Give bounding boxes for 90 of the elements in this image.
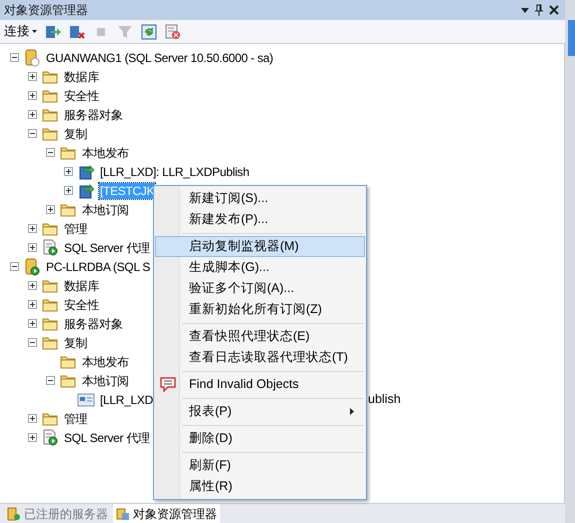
menu-item[interactable]: 删除(D) bbox=[155, 428, 365, 449]
refresh-icon[interactable] bbox=[141, 24, 157, 40]
tree-node[interactable]: SQL Server 代理 bbox=[63, 430, 151, 446]
connect-button[interactable]: 连接 bbox=[4, 22, 37, 41]
menu-item[interactable]: 属性(R) bbox=[155, 476, 365, 497]
dropdown-icon[interactable] bbox=[521, 8, 529, 12]
tree-node[interactable]: GUANWANG1 (SQL Server 10.50.6000 - sa) bbox=[45, 50, 274, 66]
caret-icon bbox=[32, 30, 37, 33]
folder-icon bbox=[60, 354, 76, 368]
close-icon[interactable] bbox=[549, 5, 559, 15]
expand-icon[interactable] bbox=[28, 72, 37, 81]
folder-icon bbox=[42, 222, 58, 236]
tree-node[interactable]: 管理 bbox=[63, 410, 88, 426]
folder-icon bbox=[42, 336, 58, 350]
activity-monitor-icon[interactable] bbox=[165, 24, 181, 40]
folder-icon bbox=[60, 202, 76, 216]
tree-node[interactable]: 安全性 bbox=[63, 88, 100, 104]
explorer-icon bbox=[116, 506, 130, 520]
tree-node[interactable]: 本地发布 bbox=[81, 144, 130, 160]
tree-node[interactable]: 管理 bbox=[63, 220, 88, 236]
tree-node[interactable]: 服务器对象 bbox=[63, 106, 124, 122]
server-icon bbox=[24, 258, 40, 276]
subscription-icon bbox=[77, 392, 95, 406]
folder-icon bbox=[42, 316, 58, 330]
tree-node[interactable]: 复制 bbox=[63, 334, 88, 350]
tree-node[interactable]: 本地发布 bbox=[81, 354, 130, 370]
tree-node[interactable]: 本地订阅 bbox=[81, 372, 130, 388]
panel-tab[interactable]: 对象资源管理器 bbox=[113, 504, 220, 523]
tree-node-tail: ublish bbox=[368, 391, 401, 408]
expand-icon[interactable] bbox=[28, 281, 37, 290]
menu-item[interactable]: 验证多个订阅(A)... bbox=[155, 278, 365, 299]
folder-icon bbox=[42, 126, 58, 140]
folder-icon bbox=[42, 108, 58, 122]
publication-icon bbox=[78, 164, 94, 180]
tree-node[interactable]: [LLR_LXD]: LLR_LXDPublish bbox=[99, 164, 250, 180]
tree-node[interactable]: SQL Server 代理 bbox=[63, 240, 151, 256]
side-tab-highlight bbox=[568, 20, 575, 56]
menu-item[interactable]: 新建订阅(S)... bbox=[155, 188, 365, 209]
publication-icon bbox=[78, 182, 94, 198]
expand-icon[interactable] bbox=[28, 300, 37, 309]
agent-icon bbox=[42, 239, 58, 256]
menu-item[interactable]: 查看快照代理状态(E) bbox=[155, 326, 365, 347]
tree-node[interactable]: 服务器对象 bbox=[63, 316, 124, 332]
menu-item[interactable]: 查看日志读取器代理状态(T) bbox=[155, 347, 365, 368]
menu-item[interactable]: 刷新(F) bbox=[155, 455, 365, 476]
tree-node[interactable]: 数据库 bbox=[63, 278, 100, 294]
tree-node[interactable]: PC-LLRDBA (SQL S bbox=[45, 258, 152, 274]
menu-item[interactable]: Find Invalid Objects bbox=[155, 374, 365, 395]
menu-item[interactable]: 报表(P) bbox=[155, 401, 365, 422]
collapse-icon[interactable] bbox=[28, 338, 37, 347]
menu-item[interactable]: 新建发布(P)... bbox=[155, 209, 365, 230]
menu-item[interactable]: 生成脚本(G)... bbox=[155, 257, 365, 278]
menu-item[interactable]: 启动复制监视器(M) bbox=[155, 236, 365, 257]
tree-node[interactable]: 安全性 bbox=[63, 296, 100, 312]
window-title: 对象资源管理器 bbox=[4, 2, 88, 19]
tree-node[interactable]: 本地订阅 bbox=[81, 202, 130, 218]
expand-icon[interactable] bbox=[28, 319, 37, 328]
collapse-icon[interactable] bbox=[10, 53, 19, 62]
speech-bubble-icon bbox=[160, 377, 176, 392]
expand-icon[interactable] bbox=[28, 224, 37, 233]
collapse-icon[interactable] bbox=[46, 148, 55, 157]
expand-icon[interactable] bbox=[28, 433, 37, 442]
expand-icon[interactable] bbox=[46, 205, 55, 214]
expand-icon[interactable] bbox=[64, 167, 73, 176]
disconnect-icon[interactable] bbox=[69, 24, 85, 40]
folder-icon bbox=[42, 88, 58, 102]
collapse-icon[interactable] bbox=[46, 376, 55, 385]
menu-item[interactable]: 重新初始化所有订阅(Z) bbox=[155, 299, 365, 320]
folder-icon bbox=[42, 298, 58, 312]
tree-node[interactable]: 复制 bbox=[63, 126, 88, 142]
server-icon bbox=[24, 48, 40, 66]
expand-icon[interactable] bbox=[28, 91, 37, 100]
folder-icon bbox=[60, 146, 76, 160]
agent-icon bbox=[42, 429, 58, 446]
collapse-icon[interactable] bbox=[10, 262, 19, 271]
collapse-icon[interactable] bbox=[28, 129, 37, 138]
expand-icon[interactable] bbox=[28, 243, 37, 252]
submenu-arrow-icon bbox=[350, 408, 354, 415]
expand-icon[interactable] bbox=[28, 414, 37, 423]
pin-icon[interactable] bbox=[535, 4, 543, 16]
expand-icon[interactable] bbox=[28, 110, 37, 119]
expand-icon[interactable] bbox=[64, 186, 73, 195]
folder-icon bbox=[42, 278, 58, 292]
connect-icon[interactable] bbox=[45, 24, 61, 40]
folder-icon bbox=[42, 70, 58, 84]
tree-node[interactable]: 数据库 bbox=[63, 68, 100, 84]
tree-node[interactable]: [LLR_LXD bbox=[99, 392, 154, 408]
folder-icon bbox=[60, 374, 76, 388]
folder-icon bbox=[42, 412, 58, 426]
servers-icon bbox=[7, 506, 21, 520]
